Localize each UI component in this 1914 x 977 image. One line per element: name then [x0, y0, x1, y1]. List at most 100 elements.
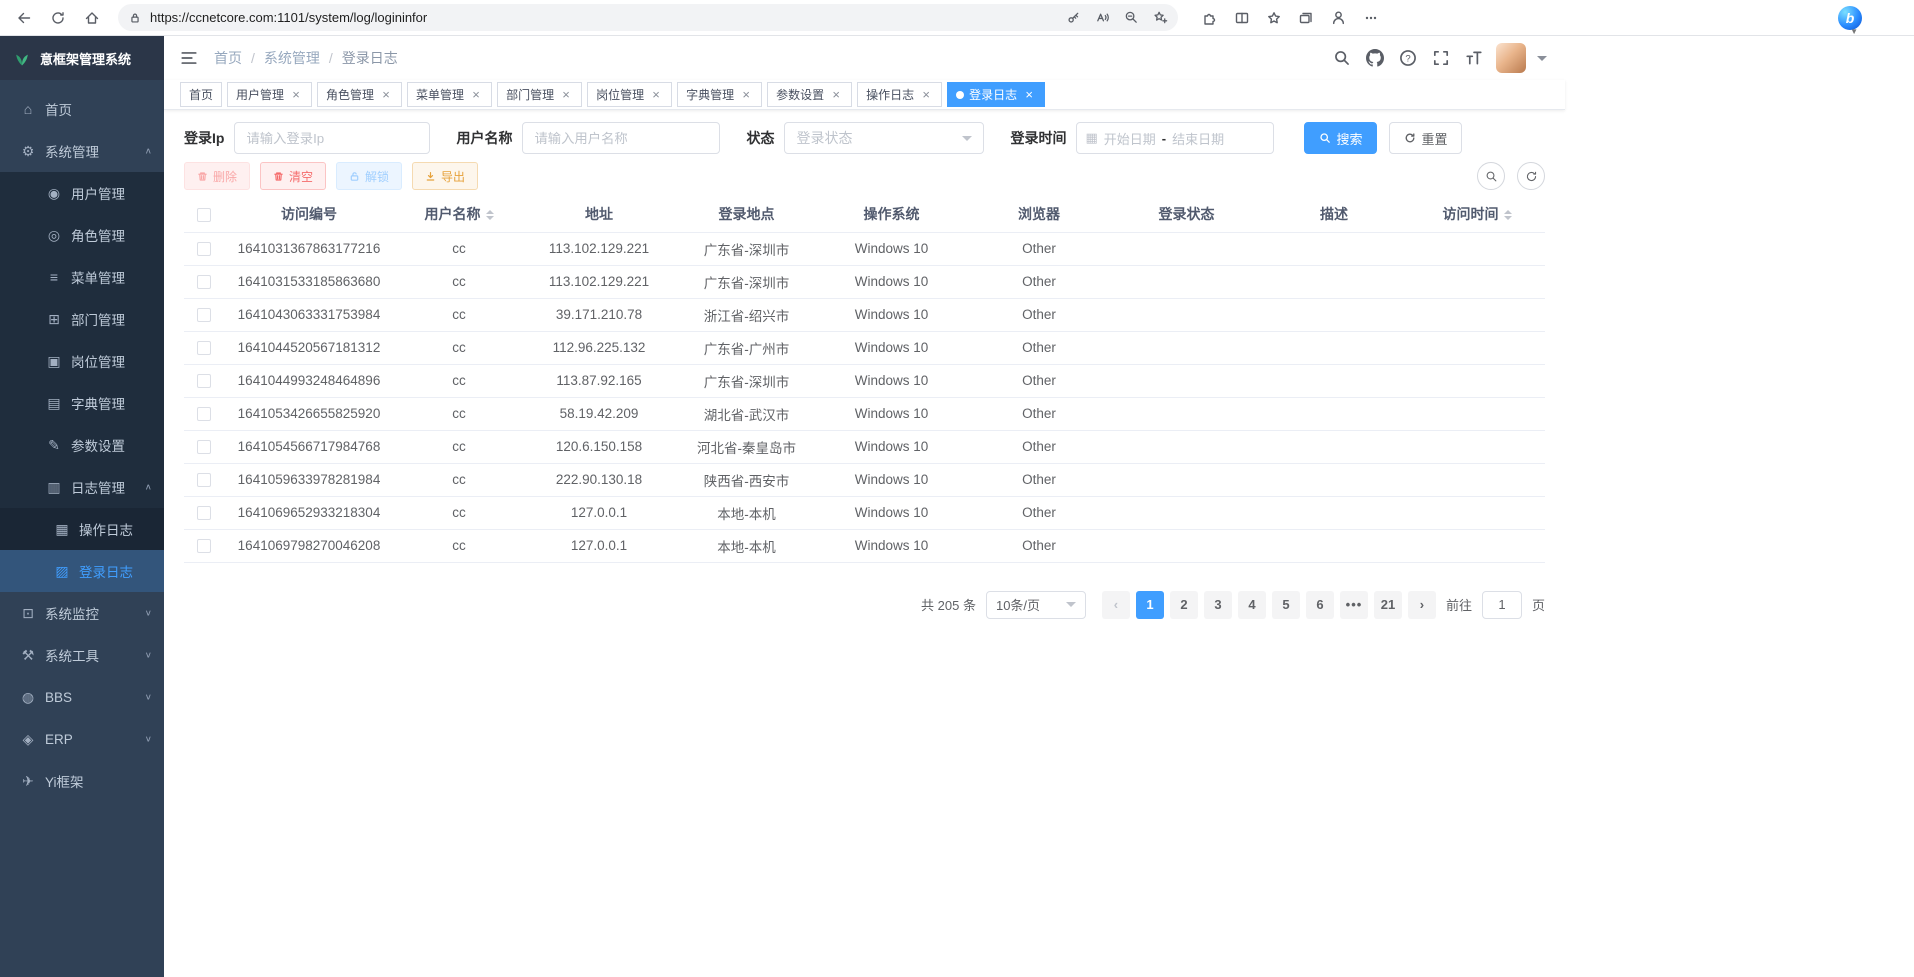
- search-button[interactable]: 搜索: [1304, 122, 1377, 154]
- close-icon[interactable]: ×: [1022, 88, 1036, 102]
- sidebar-item-system-tools[interactable]: ⚒系统工具∨: [0, 634, 164, 676]
- column-header-description[interactable]: 描述: [1259, 196, 1409, 232]
- delete-button[interactable]: 删除: [184, 162, 250, 190]
- browser-refresh-button[interactable]: [44, 4, 72, 32]
- sidebar-item-log-management[interactable]: ▥日志管理∧: [0, 466, 164, 508]
- read-aloud-icon[interactable]: [1095, 10, 1110, 25]
- unlock-button[interactable]: 解锁: [336, 162, 402, 190]
- row-checkbox[interactable]: [197, 341, 211, 355]
- github-icon[interactable]: [1364, 47, 1386, 69]
- zoom-out-icon[interactable]: [1124, 10, 1139, 25]
- close-icon[interactable]: ×: [289, 88, 303, 102]
- row-checkbox[interactable]: [197, 473, 211, 487]
- tag-role-management[interactable]: 角色管理×: [317, 82, 402, 107]
- row-checkbox[interactable]: [197, 407, 211, 421]
- column-header-browser[interactable]: 浏览器: [964, 196, 1114, 232]
- sidebar-item-erp[interactable]: ◈ERP∨: [0, 718, 164, 760]
- select-all-checkbox[interactable]: [197, 208, 211, 222]
- sidebar-item-post-management[interactable]: ▣岗位管理: [0, 340, 164, 382]
- close-icon[interactable]: ×: [379, 88, 393, 102]
- sidebar-item-user-management[interactable]: ◉用户管理: [0, 172, 164, 214]
- column-header-login-location[interactable]: 登录地点: [674, 196, 819, 232]
- page-size-select[interactable]: 10条/页: [986, 591, 1086, 619]
- chevron-down-icon[interactable]: ▼: [1850, 27, 1858, 36]
- help-icon[interactable]: ?: [1397, 47, 1419, 69]
- font-size-icon[interactable]: [1463, 47, 1485, 69]
- login-ip-input[interactable]: [234, 122, 430, 154]
- split-screen-icon[interactable]: [1234, 10, 1250, 26]
- column-header-visit-id[interactable]: 访问编号: [224, 196, 394, 232]
- column-header-address[interactable]: 地址: [524, 196, 674, 232]
- tag-menu-management[interactable]: 菜单管理×: [407, 82, 492, 107]
- more-menu-icon[interactable]: [1363, 10, 1379, 26]
- row-checkbox[interactable]: [197, 308, 211, 322]
- sidebar-item-dict-management[interactable]: ▤字典管理: [0, 382, 164, 424]
- sidebar-item-home[interactable]: ⌂首页: [0, 88, 164, 130]
- close-icon[interactable]: ×: [739, 88, 753, 102]
- app-logo[interactable]: 意框架管理系统: [0, 36, 164, 80]
- tag-post-management[interactable]: 岗位管理×: [587, 82, 672, 107]
- page-button-5[interactable]: 5: [1272, 591, 1300, 619]
- row-checkbox[interactable]: [197, 440, 211, 454]
- more-pages-button[interactable]: •••: [1340, 591, 1368, 619]
- row-checkbox[interactable]: [197, 275, 211, 289]
- sidebar-item-yi-framework[interactable]: ✈Yi框架: [0, 760, 164, 802]
- user-name-input[interactable]: [522, 122, 720, 154]
- column-header-os[interactable]: 操作系统: [819, 196, 964, 232]
- prev-page-button[interactable]: ‹: [1102, 591, 1130, 619]
- sort-icon[interactable]: [1504, 206, 1512, 224]
- password-key-icon[interactable]: [1066, 10, 1081, 25]
- export-button[interactable]: 导出: [412, 162, 478, 190]
- browser-home-button[interactable]: [78, 4, 106, 32]
- tag-login-log[interactable]: 登录日志×: [947, 82, 1045, 107]
- next-page-button[interactable]: ›: [1408, 591, 1436, 619]
- sidebar-item-dept-management[interactable]: ⊞部门管理: [0, 298, 164, 340]
- tag-dept-management[interactable]: 部门管理×: [497, 82, 582, 107]
- favorites-icon[interactable]: [1266, 10, 1282, 26]
- sidebar-item-bbs[interactable]: ◍BBS∨: [0, 676, 164, 718]
- clear-button[interactable]: 清空: [260, 162, 326, 190]
- sort-icon[interactable]: [486, 206, 494, 224]
- sidebar-item-login-log[interactable]: ▨登录日志: [0, 550, 164, 592]
- row-checkbox[interactable]: [197, 374, 211, 388]
- profile-icon[interactable]: [1330, 9, 1347, 26]
- add-favorite-icon[interactable]: [1153, 10, 1168, 25]
- sidebar-toggle-icon[interactable]: [180, 49, 198, 67]
- page-button-4[interactable]: 4: [1238, 591, 1266, 619]
- page-button-1[interactable]: 1: [1136, 591, 1164, 619]
- close-icon[interactable]: ×: [829, 88, 843, 102]
- user-avatar[interactable]: [1496, 43, 1526, 73]
- close-icon[interactable]: ×: [559, 88, 573, 102]
- sidebar-item-system-management[interactable]: ⚙系统管理∧: [0, 130, 164, 172]
- row-checkbox[interactable]: [197, 242, 211, 256]
- sidebar-item-operation-log[interactable]: ▦操作日志: [0, 508, 164, 550]
- page-button-21[interactable]: 21: [1374, 591, 1402, 619]
- extensions-icon[interactable]: [1202, 10, 1218, 26]
- page-button-3[interactable]: 3: [1204, 591, 1232, 619]
- search-icon[interactable]: [1331, 47, 1353, 69]
- status-select[interactable]: 登录状态: [784, 122, 984, 154]
- page-button-2[interactable]: 2: [1170, 591, 1198, 619]
- column-header-user-name[interactable]: 用户名称: [394, 196, 524, 232]
- sidebar-item-role-management[interactable]: ◎角色管理: [0, 214, 164, 256]
- close-icon[interactable]: ×: [649, 88, 663, 102]
- sidebar-item-system-monitor[interactable]: ⊡系统监控∨: [0, 592, 164, 634]
- breadcrumb-home[interactable]: 首页: [214, 48, 242, 68]
- column-header-visit-time[interactable]: 访问时间: [1409, 196, 1545, 232]
- tag-home[interactable]: 首页: [180, 82, 222, 107]
- login-time-range-picker[interactable]: ▦ 开始日期 - 结束日期: [1076, 122, 1274, 154]
- collections-icon[interactable]: [1298, 10, 1314, 26]
- column-header-login-status[interactable]: 登录状态: [1114, 196, 1259, 232]
- sidebar-item-menu-management[interactable]: ≡菜单管理: [0, 256, 164, 298]
- close-icon[interactable]: ×: [469, 88, 483, 102]
- row-checkbox[interactable]: [197, 539, 211, 553]
- jump-page-input[interactable]: [1482, 591, 1522, 619]
- show-search-toggle-button[interactable]: [1477, 162, 1505, 190]
- address-bar[interactable]: https://ccnetcore.com:1101/system/log/lo…: [118, 4, 1178, 31]
- tag-param-settings[interactable]: 参数设置×: [767, 82, 852, 107]
- tag-operation-log[interactable]: 操作日志×: [857, 82, 942, 107]
- browser-back-button[interactable]: [10, 4, 38, 32]
- page-button-6[interactable]: 6: [1306, 591, 1334, 619]
- row-checkbox[interactable]: [197, 506, 211, 520]
- fullscreen-icon[interactable]: [1430, 47, 1452, 69]
